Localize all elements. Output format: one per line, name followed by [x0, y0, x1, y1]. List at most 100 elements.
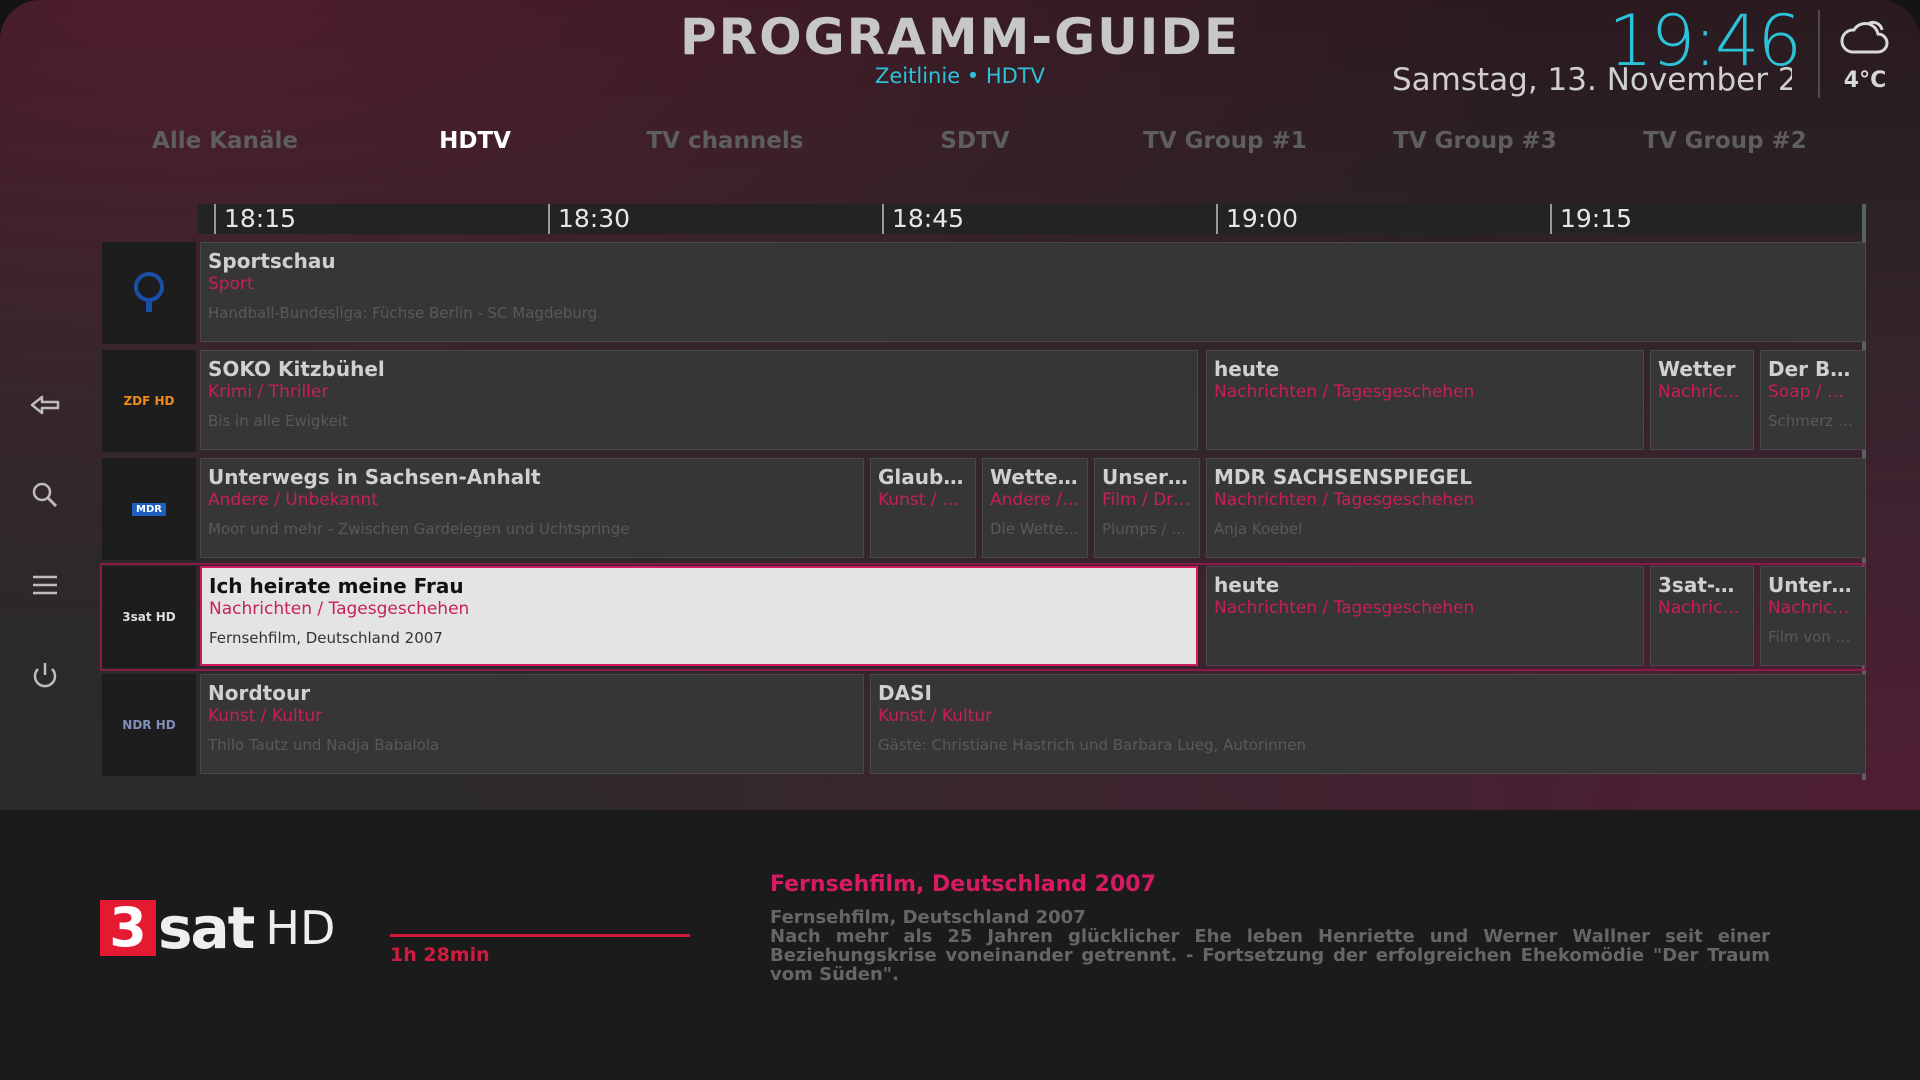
program-desc: Gäste: Christiane Hastrich und Barbara L… — [878, 736, 1307, 754]
tab-alle-kanaele[interactable]: Alle Kanäle — [100, 128, 350, 154]
program-genre: Kunst / Kultur — [878, 706, 993, 726]
program-desc: Thilo Tautz und Nadja Babalola — [208, 736, 440, 754]
channel-row: 3sat HD Ich heirate meine Frau Nachricht… — [102, 566, 1866, 668]
tab-tv-group-2[interactable]: TV Group #2 — [1600, 128, 1850, 154]
page-subtitle: Zeitlinie • HDTV — [875, 64, 1045, 88]
program-desc: Moor und mehr - Zwischen Gardelegen und … — [208, 520, 630, 538]
channel-logo-large: 3 sat HD — [100, 894, 336, 962]
program-info-description: Fernsehfilm, Deutschland 2007 Nach mehr … — [770, 908, 1770, 984]
program-genre: Nachricht... — [1658, 382, 1746, 402]
program-cell[interactable]: Der Bergd Soap / Melo Schmerz (2) — [1760, 350, 1866, 450]
program-duration: 1h 28min — [390, 944, 490, 966]
program-title: Unterwegs in Sachsen-Anhalt — [208, 465, 541, 489]
search-icon[interactable] — [28, 478, 62, 512]
menu-icon[interactable] — [28, 568, 62, 602]
channel-row: NDR HD Nordtour Kunst / Kultur Thilo Tau… — [102, 674, 1866, 776]
program-title: heute — [1214, 357, 1280, 381]
program-desc: Fernsehfilm, Deutschland 2007 — [209, 629, 443, 647]
program-desc: Anja Koebel — [1214, 520, 1303, 538]
program-cell[interactable]: Wetter Nachricht... — [1650, 350, 1754, 450]
program-title: Wetter f... — [990, 465, 1080, 489]
time-slot: 19:00 — [1216, 204, 1298, 234]
program-cell[interactable]: Unterweg Nachrichter Film von Fra — [1760, 566, 1866, 666]
channel-logo[interactable]: ZDF HD — [102, 350, 196, 452]
timeline-bar: 18:15 18:30 18:45 19:00 19:15 — [198, 204, 1866, 234]
program-genre: Krimi / Thriller — [208, 382, 329, 402]
program-cell[interactable]: DASI Kunst / Kultur Gäste: Christiane Ha… — [870, 674, 1866, 774]
cloud-icon — [1840, 20, 1889, 54]
time-slot: 18:45 — [882, 204, 964, 234]
program-desc: Handball-Bundesliga: Füchse Berlin - SC … — [208, 304, 598, 322]
back-arrow-icon[interactable] — [28, 388, 62, 422]
program-cell[interactable]: heute Nachrichten / Tagesgeschehen — [1206, 566, 1644, 666]
program-cell[interactable]: Wetter f... Andere / ... Die Wetters... — [982, 458, 1088, 558]
power-icon[interactable] — [28, 658, 62, 692]
header-divider — [1818, 10, 1820, 98]
program-desc: Schmerz (2) — [1768, 412, 1858, 430]
program-genre: Andere / ... — [990, 490, 1080, 510]
program-title: Nordtour — [208, 681, 311, 705]
program-cell[interactable]: Unser S... Film / Dra... Plumps / D... — [1094, 458, 1200, 558]
time-slot: 18:15 — [214, 204, 296, 234]
logo-suffix: HD — [265, 900, 336, 955]
program-cell-selected[interactable]: Ich heirate meine Frau Nachrichten / Tag… — [200, 566, 1198, 666]
program-info-body: Nach mehr als 25 Jahren glücklicher Ehe … — [770, 926, 1770, 985]
program-title: Unser S... — [1102, 465, 1192, 489]
channel-logo[interactable] — [102, 242, 196, 344]
program-genre: Nachrichten / Tagesgeschehen — [1214, 382, 1475, 402]
program-title: Wetter — [1658, 357, 1736, 381]
channel-logo[interactable]: MDR — [102, 458, 196, 560]
zdf-logo: ZDF HD — [123, 394, 175, 408]
tab-sdtv[interactable]: SDTV — [850, 128, 1100, 154]
date: Samstag, 13. November 2... — [1392, 62, 1792, 98]
program-title: Der Bergd — [1768, 357, 1858, 381]
temperature: 4°C — [1843, 68, 1887, 93]
program-title: DASI — [878, 681, 932, 705]
program-genre: Kunst / Kultur — [208, 706, 323, 726]
program-genre: Andere / Unbekannt — [208, 490, 378, 510]
program-title: Ich heirate meine Frau — [209, 574, 464, 598]
tab-tv-channels[interactable]: TV channels — [600, 128, 850, 154]
channel-logo[interactable]: NDR HD — [102, 674, 196, 776]
channel-logo[interactable]: 3sat HD — [102, 566, 196, 668]
3sat-logo: 3sat HD — [122, 610, 176, 624]
program-title: Sportschau — [208, 249, 336, 273]
time-slot: 18:30 — [548, 204, 630, 234]
program-genre: Sport — [208, 274, 254, 294]
program-desc: Film von Fra — [1768, 628, 1858, 646]
program-genre: Nachrichten / Tagesgeschehen — [1214, 490, 1475, 510]
program-info-subline: Fernsehfilm, Deutschland 2007 — [770, 907, 1086, 928]
program-progress — [390, 934, 690, 937]
program-genre: Nachrichten / Tagesgeschehen — [1214, 598, 1475, 618]
program-desc: Bis in alle Ewigkeit — [208, 412, 348, 430]
program-title: Unterweg — [1768, 573, 1858, 597]
program-title: MDR SACHSENSPIEGEL — [1214, 465, 1472, 489]
tab-hdtv[interactable]: HDTV — [350, 128, 600, 154]
channel-group-tabs: Alle Kanäle HDTV TV channels SDTV TV Gro… — [0, 128, 1920, 168]
program-genre: Nachrichten / Tagesgeschehen — [209, 599, 470, 619]
program-cell[interactable]: 3sat-We... Nachricht... — [1650, 566, 1754, 666]
program-cell[interactable]: heute Nachrichten / Tagesgeschehen — [1206, 350, 1644, 450]
time-slot: 19:15 — [1550, 204, 1632, 234]
logo-name: sat — [158, 893, 255, 962]
program-title: Glaubw... — [878, 465, 968, 489]
channel-row: Sportschau Sport Handball-Bundesliga: Fü… — [102, 242, 1866, 344]
program-cell[interactable]: Glaubw... Kunst / K... — [870, 458, 976, 558]
program-cell[interactable]: Unterwegs in Sachsen-Anhalt Andere / Unb… — [200, 458, 864, 558]
program-cell[interactable]: Nordtour Kunst / Kultur Thilo Tautz und … — [200, 674, 864, 774]
tab-tv-group-1[interactable]: TV Group #1 — [1100, 128, 1350, 154]
program-title: SOKO Kitzbühel — [208, 357, 385, 381]
channel-row: MDR Unterwegs in Sachsen-Anhalt Andere /… — [102, 458, 1866, 560]
program-info-title: Fernsehfilm, Deutschland 2007 — [770, 872, 1156, 897]
program-cell[interactable]: SOKO Kitzbühel Krimi / Thriller Bis in a… — [200, 350, 1198, 450]
program-genre: Kunst / K... — [878, 490, 968, 510]
program-cell[interactable]: MDR SACHSENSPIEGEL Nachrichten / Tagesge… — [1206, 458, 1866, 558]
tab-tv-group-3[interactable]: TV Group #3 — [1350, 128, 1600, 154]
program-desc: Plumps / D... — [1102, 520, 1192, 538]
das-erste-logo — [134, 272, 164, 312]
program-genre: Nachrichter — [1768, 598, 1858, 618]
program-cell[interactable]: Sportschau Sport Handball-Bundesliga: Fü… — [200, 242, 1866, 342]
channel-row: ZDF HD SOKO Kitzbühel Krimi / Thriller B… — [102, 350, 1866, 452]
program-title: heute — [1214, 573, 1280, 597]
logo-number: 3 — [100, 899, 156, 956]
